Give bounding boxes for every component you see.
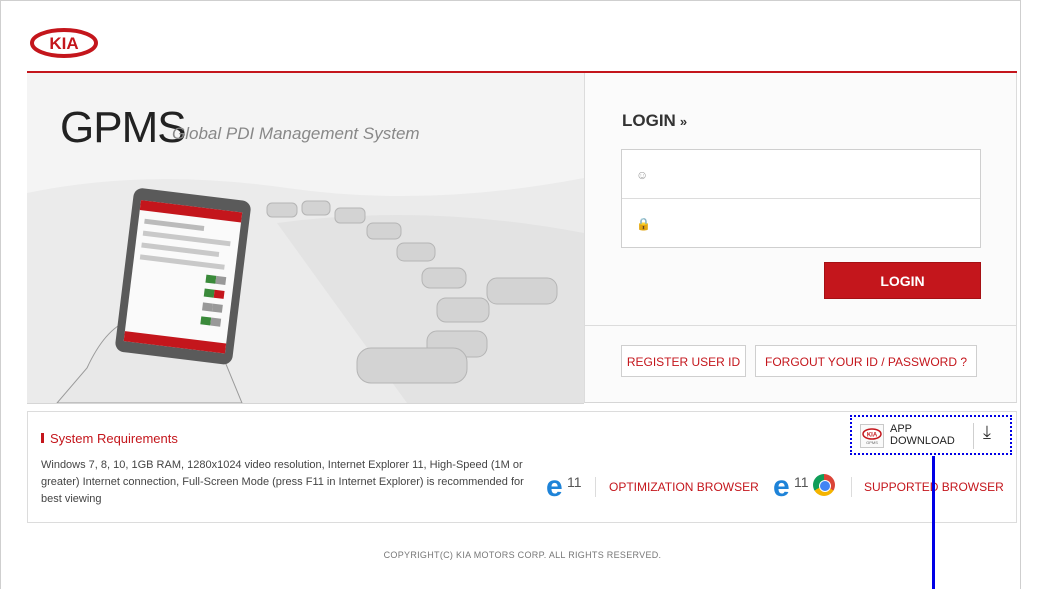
login-heading: LOGIN» bbox=[622, 111, 687, 131]
bullet-marker bbox=[41, 433, 44, 443]
optimization-browser-label: OPTIMIZATION BROWSER bbox=[609, 480, 759, 494]
username-input[interactable] bbox=[622, 150, 980, 199]
password-input[interactable] bbox=[622, 199, 980, 248]
panel-divider bbox=[585, 325, 1016, 326]
login-fields: ☺ 🔒 bbox=[621, 149, 981, 248]
forgot-password-button[interactable]: FORGOUT YOUR ID / PASSWORD ? bbox=[755, 345, 977, 377]
double-chevron-icon: » bbox=[679, 114, 688, 129]
system-requirements-title: System Requirements bbox=[41, 431, 178, 446]
kia-logo: KIA bbox=[30, 28, 98, 58]
app-download-button[interactable]: KIA GPMS APP DOWNLOAD ⤓ bbox=[850, 415, 1012, 455]
browser-divider-2 bbox=[851, 477, 852, 497]
register-user-id-button[interactable]: REGISTER USER ID bbox=[621, 345, 746, 377]
chrome-icon bbox=[813, 474, 835, 496]
kia-app-logo: KIA GPMS bbox=[860, 424, 884, 448]
system-requirements-box: System Requirements Windows 7, 8, 10, 1G… bbox=[27, 411, 1017, 523]
frame-left bbox=[0, 0, 1, 589]
ie-version-supported: 11 bbox=[794, 474, 809, 490]
download-icon: ⤓ bbox=[983, 422, 991, 442]
frame-top bbox=[0, 0, 1020, 1]
app-logo-text: KIA bbox=[867, 433, 878, 439]
system-requirements-label: System Requirements bbox=[50, 431, 178, 446]
app-logo-sub: GPMS bbox=[866, 440, 878, 445]
app-subtitle: Global PDI Management System bbox=[172, 124, 420, 143]
ie-icon: e bbox=[546, 470, 563, 503]
system-requirements-text: Windows 7, 8, 10, 1GB RAM, 1280x1024 vid… bbox=[41, 459, 524, 505]
app-download-label: APP DOWNLOAD bbox=[890, 423, 955, 447]
hero-banner: GPMS Global PDI Management System bbox=[27, 73, 584, 404]
ie-icon-supported: e bbox=[773, 470, 790, 503]
frame-right bbox=[1020, 0, 1021, 589]
copyright-text: COPYRIGHT(C) KIA MOTORS CORP. ALL RIGHTS… bbox=[383, 550, 662, 560]
svg-text:KIA: KIA bbox=[49, 34, 78, 53]
app-download-line2: DOWNLOAD bbox=[890, 435, 955, 447]
browser-divider bbox=[595, 477, 596, 497]
app-download-line1: APP bbox=[890, 423, 913, 435]
annotation-pointer-line bbox=[932, 456, 935, 589]
login-panel: LOGIN» ☺ 🔒 LOGIN REGISTER USER ID FORGOU… bbox=[584, 73, 1017, 403]
login-button[interactable]: LOGIN bbox=[824, 262, 981, 299]
login-heading-text: LOGIN bbox=[622, 111, 676, 130]
app-download-divider bbox=[973, 423, 974, 449]
app-title: GPMS bbox=[60, 103, 187, 152]
ie-version: 11 bbox=[567, 474, 582, 490]
